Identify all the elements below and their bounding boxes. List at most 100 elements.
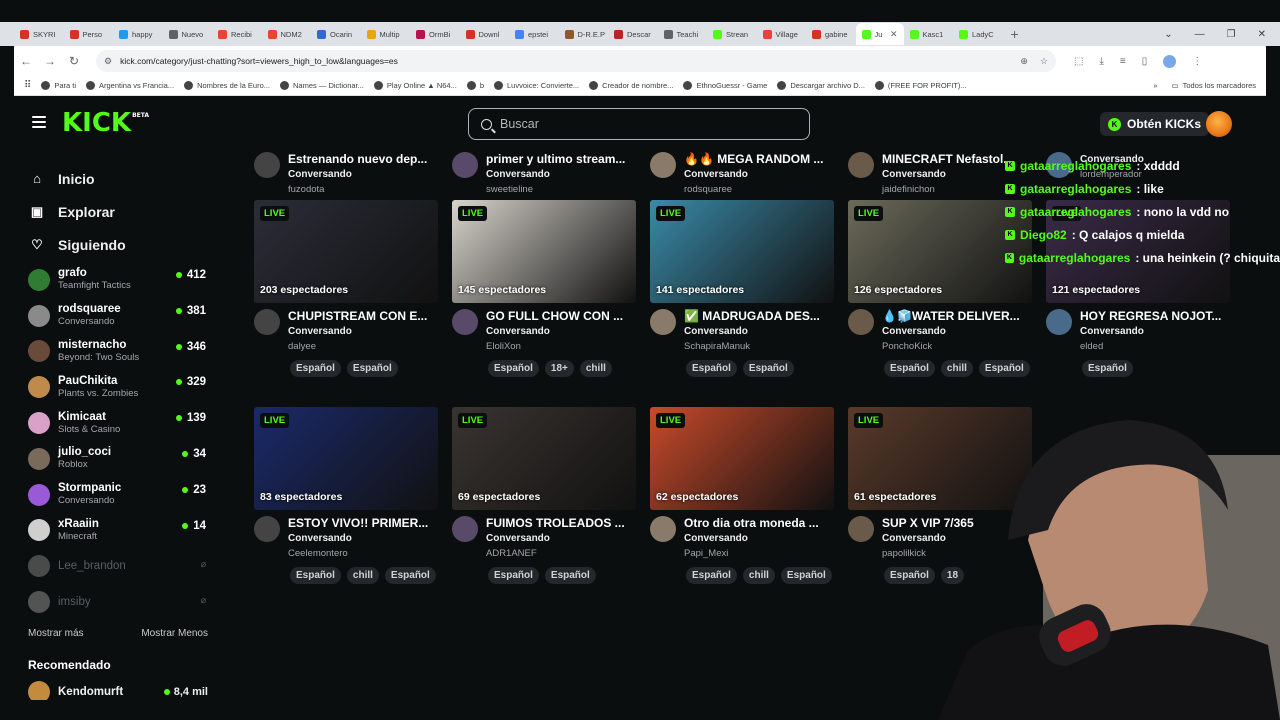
stream-thumbnail[interactable]: LIVE 145 espectadores — [452, 200, 636, 303]
stream-card[interactable]: LIVE 145 espectadores GO FULL CHOW CON ...… — [452, 200, 636, 377]
back-icon[interactable]: ← — [14, 54, 38, 68]
bookmark-item[interactable]: (FREE FOR PROFIT)... — [874, 81, 967, 90]
sidebar-channel[interactable]: julio_coci Roblox 34 — [14, 441, 226, 477]
stream-category[interactable]: Conversando — [684, 324, 834, 339]
avatar[interactable] — [1046, 309, 1072, 335]
tag-pill[interactable]: Español — [686, 360, 737, 377]
browser-tab[interactable]: Downl — [460, 23, 510, 45]
download-icon[interactable]: ⤓ — [1099, 56, 1103, 67]
bookmark-item[interactable]: Luvvoice: Convierte... — [494, 81, 579, 90]
browser-tab[interactable]: Ocarin — [311, 23, 361, 45]
new-tab-icon[interactable]: + — [1011, 26, 1019, 42]
avatar[interactable] — [254, 516, 280, 542]
bookmark-item[interactable]: Names — Dictionar... — [280, 81, 364, 90]
stream-thumbnail[interactable]: LIVE 203 espectadores — [254, 200, 438, 303]
minimize-icon[interactable]: — — [1195, 29, 1205, 40]
stream-category[interactable]: Conversando — [486, 167, 636, 182]
avatar[interactable] — [848, 152, 874, 178]
sidebar-channel[interactable]: xRaaiin Minecraft 14 — [14, 513, 226, 549]
streamer-name[interactable]: PonchoKick — [882, 339, 1032, 354]
stream-card[interactable]: LIVE 203 espectadores CHUPISTREAM CON E...… — [254, 200, 438, 377]
tag-pill[interactable]: Español — [742, 360, 794, 377]
reload-icon[interactable]: ↻ — [62, 54, 86, 68]
stream-category[interactable]: Conversando — [684, 531, 834, 546]
stream-category[interactable]: Conversando — [288, 531, 438, 546]
sidebar-channel[interactable]: grafo Teamfight Tactics 412 — [14, 262, 226, 298]
hamburger-menu-icon[interactable] — [32, 116, 46, 128]
stream-category[interactable]: Conversando — [882, 324, 1032, 339]
sidebar-channel[interactable]: Stormpanic Conversando 23 — [14, 477, 226, 513]
streamer-name[interactable]: Papi_Mexi — [684, 546, 834, 561]
tag-pill[interactable]: Español — [384, 567, 436, 584]
stream-thumbnail[interactable]: LIVE 62 espectadores — [650, 407, 834, 510]
streamer-name[interactable]: elded — [1080, 339, 1230, 354]
all-bookmarks-button[interactable]: ▭ Todos los marcadores — [1172, 81, 1256, 90]
show-more-button[interactable]: Mostrar más — [28, 628, 84, 639]
tag-pill[interactable]: Español — [488, 567, 539, 584]
bookmark-item[interactable]: EthnoGuessr - Game — [683, 81, 767, 90]
stream-title[interactable]: 🔥🔥 MEGA RANDOM ... — [684, 152, 834, 167]
nav-item-siguiendo[interactable]: ♡ Siguiendo — [30, 228, 226, 261]
streamer-name[interactable]: fuzodota — [288, 182, 438, 197]
stream-title[interactable]: primer y ultimo stream... — [486, 152, 636, 167]
close-window-icon[interactable]: ✕ — [1258, 29, 1266, 40]
sidebar-channel[interactable]: rodsquaree Conversando 381 — [14, 298, 226, 334]
get-kicks-button[interactable]: K Obtén KICKs — [1100, 112, 1210, 136]
browser-tab[interactable]: epstei — [509, 23, 559, 45]
tag-pill[interactable]: Español — [884, 360, 935, 377]
tag-pill[interactable]: chill — [579, 360, 612, 377]
bookmark-item[interactable]: Descargar archivo D... — [777, 81, 865, 90]
tag-pill[interactable]: Español — [978, 360, 1030, 377]
sidebar-channel[interactable]: Kimicaat Slots & Casino 139 — [14, 405, 226, 441]
avatar[interactable] — [848, 516, 874, 542]
bookmark-item[interactable]: Nombres de la Euro... — [184, 81, 270, 90]
stream-card[interactable]: LIVE 83 espectadores ESTOY VIVO!! PRIMER..… — [254, 407, 438, 584]
stream-thumbnail[interactable]: LIVE 141 espectadores — [650, 200, 834, 303]
browser-tab[interactable]: Descar — [608, 23, 658, 45]
browser-tab[interactable]: OrmBi — [410, 23, 460, 45]
streamer-name[interactable]: SchapiraManuk — [684, 339, 834, 354]
tag-pill[interactable]: chill — [940, 360, 973, 377]
user-avatar[interactable] — [1206, 111, 1232, 137]
browser-tab[interactable]: Kasc1 — [904, 23, 954, 45]
bookmark-item[interactable]: Para ti — [41, 81, 76, 90]
avatar[interactable] — [650, 309, 676, 335]
streamer-name[interactable]: rodsquaree — [684, 182, 834, 197]
forward-icon[interactable]: → — [38, 54, 62, 68]
stream-title[interactable]: HOY REGRESA NOJOT... — [1080, 309, 1230, 324]
streamer-name[interactable]: Ceelemontero — [288, 546, 438, 561]
stream-card[interactable]: LIVE 69 espectadores FUIMOS TROLEADOS ... C… — [452, 407, 636, 584]
search-bar[interactable]: Buscar — [468, 108, 810, 140]
kick-logo[interactable]: KICKBETA — [62, 108, 149, 138]
stream-title[interactable]: Estrenando nuevo dep... — [288, 152, 438, 167]
avatar[interactable] — [452, 516, 478, 542]
avatar[interactable] — [254, 152, 280, 178]
browser-tab[interactable]: Strean — [707, 23, 757, 45]
browser-tab[interactable]: LadyC — [953, 23, 1003, 45]
bookmark-item[interactable]: b — [466, 81, 484, 90]
stream-thumbnail[interactable]: LIVE 69 espectadores — [452, 407, 636, 510]
sidebar-channel[interactable]: imsiby ⌀ — [14, 584, 226, 620]
bookmark-item[interactable]: Argentina vs Francia... — [86, 81, 174, 90]
browser-tab[interactable]: NDM2 — [262, 23, 312, 45]
restore-icon[interactable]: ❐ — [1227, 29, 1236, 40]
avatar[interactable] — [650, 152, 676, 178]
url-field[interactable]: ⚙ kick.com/category/just-chatting?sort=v… — [96, 50, 1056, 72]
stream-thumbnail[interactable]: LIVE 83 espectadores — [254, 407, 438, 510]
stream-title[interactable]: GO FULL CHOW CON ... — [486, 309, 636, 324]
apps-grid-icon[interactable]: ⠿ — [24, 80, 31, 91]
stream-category[interactable]: Conversando — [486, 531, 636, 546]
avatar[interactable] — [650, 516, 676, 542]
stream-category[interactable]: Conversando — [288, 167, 438, 182]
profile-avatar[interactable] — [1163, 54, 1177, 68]
tag-pill[interactable]: chill — [346, 567, 379, 584]
sidebar-channel[interactable]: PauChikita Plants vs. Zombies 329 — [14, 369, 226, 405]
show-less-button[interactable]: Mostrar Menos — [141, 628, 208, 639]
menu-kebab-icon[interactable]: ⋮ — [1192, 56, 1202, 67]
browser-tab[interactable]: Nuevo — [163, 23, 213, 45]
tab-search-icon[interactable]: ⌄ — [1164, 29, 1172, 40]
zoom-icon[interactable]: ⊕ — [1020, 56, 1028, 67]
site-info-icon[interactable]: ⚙ — [104, 56, 112, 67]
extensions-icon[interactable]: ⬚ — [1074, 56, 1083, 67]
nav-item-explorar[interactable]: ▣ Explorar — [30, 195, 226, 228]
